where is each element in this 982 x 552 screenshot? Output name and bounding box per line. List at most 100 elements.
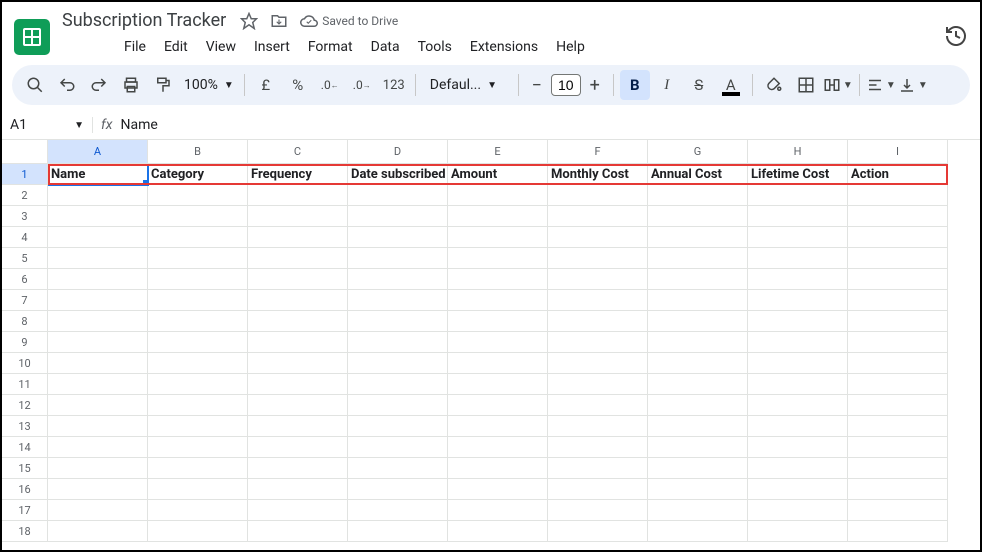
cell[interactable] (748, 353, 848, 374)
cell[interactable] (448, 500, 548, 521)
cell[interactable] (48, 374, 148, 395)
cell[interactable] (648, 269, 748, 290)
spreadsheet-grid[interactable]: ABCDEFGHI 123456789101112131415161718 Na… (2, 140, 980, 544)
cell[interactable] (248, 479, 348, 500)
row-header[interactable]: 8 (2, 311, 48, 332)
cell[interactable] (748, 227, 848, 248)
menu-extensions[interactable]: Extensions (462, 35, 546, 59)
cell[interactable] (648, 206, 748, 227)
cell[interactable] (848, 458, 948, 479)
cell[interactable] (148, 395, 248, 416)
menu-file[interactable]: File (116, 35, 154, 59)
cell[interactable] (448, 395, 548, 416)
cell[interactable] (748, 290, 848, 311)
cell[interactable] (548, 395, 648, 416)
cell[interactable] (548, 479, 648, 500)
currency-button[interactable]: £ (251, 70, 281, 100)
row-header[interactable]: 12 (2, 395, 48, 416)
cell[interactable] (448, 269, 548, 290)
name-box[interactable]: A1 ▼ (2, 115, 92, 135)
cell[interactable] (348, 248, 448, 269)
cell[interactable] (148, 311, 248, 332)
cell[interactable] (848, 227, 948, 248)
cell[interactable] (848, 479, 948, 500)
row-header[interactable]: 7 (2, 290, 48, 311)
italic-button[interactable]: I (652, 70, 682, 100)
cell[interactable] (748, 248, 848, 269)
cell[interactable] (48, 269, 148, 290)
star-icon[interactable] (240, 12, 258, 30)
row-header[interactable]: 6 (2, 269, 48, 290)
cell[interactable] (248, 248, 348, 269)
cell[interactable] (748, 458, 848, 479)
cell[interactable] (48, 185, 148, 206)
cell[interactable] (748, 521, 848, 542)
cell[interactable] (448, 185, 548, 206)
decrease-font-size-button[interactable]: − (525, 70, 549, 100)
cell[interactable]: Date subscribed (348, 164, 448, 185)
cell[interactable] (48, 353, 148, 374)
cell[interactable] (48, 458, 148, 479)
cell[interactable] (348, 458, 448, 479)
cell[interactable] (248, 500, 348, 521)
move-icon[interactable] (270, 12, 288, 30)
cell[interactable] (848, 353, 948, 374)
cell[interactable] (348, 374, 448, 395)
cell[interactable] (648, 500, 748, 521)
cell[interactable] (448, 290, 548, 311)
cell[interactable] (48, 290, 148, 311)
cell[interactable] (48, 206, 148, 227)
select-all-corner[interactable] (2, 140, 48, 164)
font-size-input[interactable] (551, 74, 581, 96)
paint-format-icon[interactable] (148, 70, 178, 100)
cell[interactable] (248, 227, 348, 248)
font-select[interactable]: Defaul...▼ (422, 77, 512, 93)
formula-bar[interactable]: fx Name (92, 117, 980, 133)
cell[interactable] (548, 416, 648, 437)
cell[interactable] (648, 374, 748, 395)
cell[interactable] (448, 374, 548, 395)
cell[interactable] (548, 206, 648, 227)
cell[interactable] (48, 416, 148, 437)
cell[interactable] (248, 206, 348, 227)
cell[interactable] (148, 479, 248, 500)
zoom-select[interactable]: 100%▼ (180, 77, 238, 93)
column-header[interactable]: I (848, 140, 948, 164)
decrease-decimal-button[interactable]: .0← (315, 70, 345, 100)
cell[interactable] (848, 206, 948, 227)
merge-cells-button[interactable]: ▼ (823, 70, 853, 100)
menu-tools[interactable]: Tools (410, 35, 460, 59)
row-header[interactable]: 1 (2, 164, 48, 185)
cell[interactable]: Annual Cost (648, 164, 748, 185)
row-header[interactable]: 15 (2, 458, 48, 479)
cell[interactable] (248, 332, 348, 353)
cell[interactable] (548, 185, 648, 206)
cell[interactable] (848, 521, 948, 542)
row-header[interactable]: 11 (2, 374, 48, 395)
vertical-align-button[interactable]: ▼ (898, 70, 928, 100)
cell[interactable] (848, 290, 948, 311)
cell[interactable] (548, 311, 648, 332)
column-header[interactable]: D (348, 140, 448, 164)
cell[interactable] (748, 479, 848, 500)
cell[interactable] (348, 437, 448, 458)
row-header[interactable]: 3 (2, 206, 48, 227)
cell[interactable] (448, 479, 548, 500)
cell[interactable] (648, 185, 748, 206)
cell[interactable] (48, 500, 148, 521)
cell[interactable] (548, 248, 648, 269)
cell[interactable] (648, 248, 748, 269)
cell[interactable] (648, 416, 748, 437)
cell[interactable] (248, 311, 348, 332)
cell[interactable] (648, 353, 748, 374)
cell[interactable] (448, 416, 548, 437)
cell[interactable] (648, 227, 748, 248)
sheets-logo[interactable] (14, 19, 50, 55)
text-color-button[interactable]: A (716, 70, 746, 100)
cell[interactable] (248, 416, 348, 437)
cell[interactable]: Amount (448, 164, 548, 185)
row-header[interactable]: 18 (2, 521, 48, 542)
cell[interactable] (48, 332, 148, 353)
column-header[interactable]: E (448, 140, 548, 164)
cell[interactable] (248, 269, 348, 290)
